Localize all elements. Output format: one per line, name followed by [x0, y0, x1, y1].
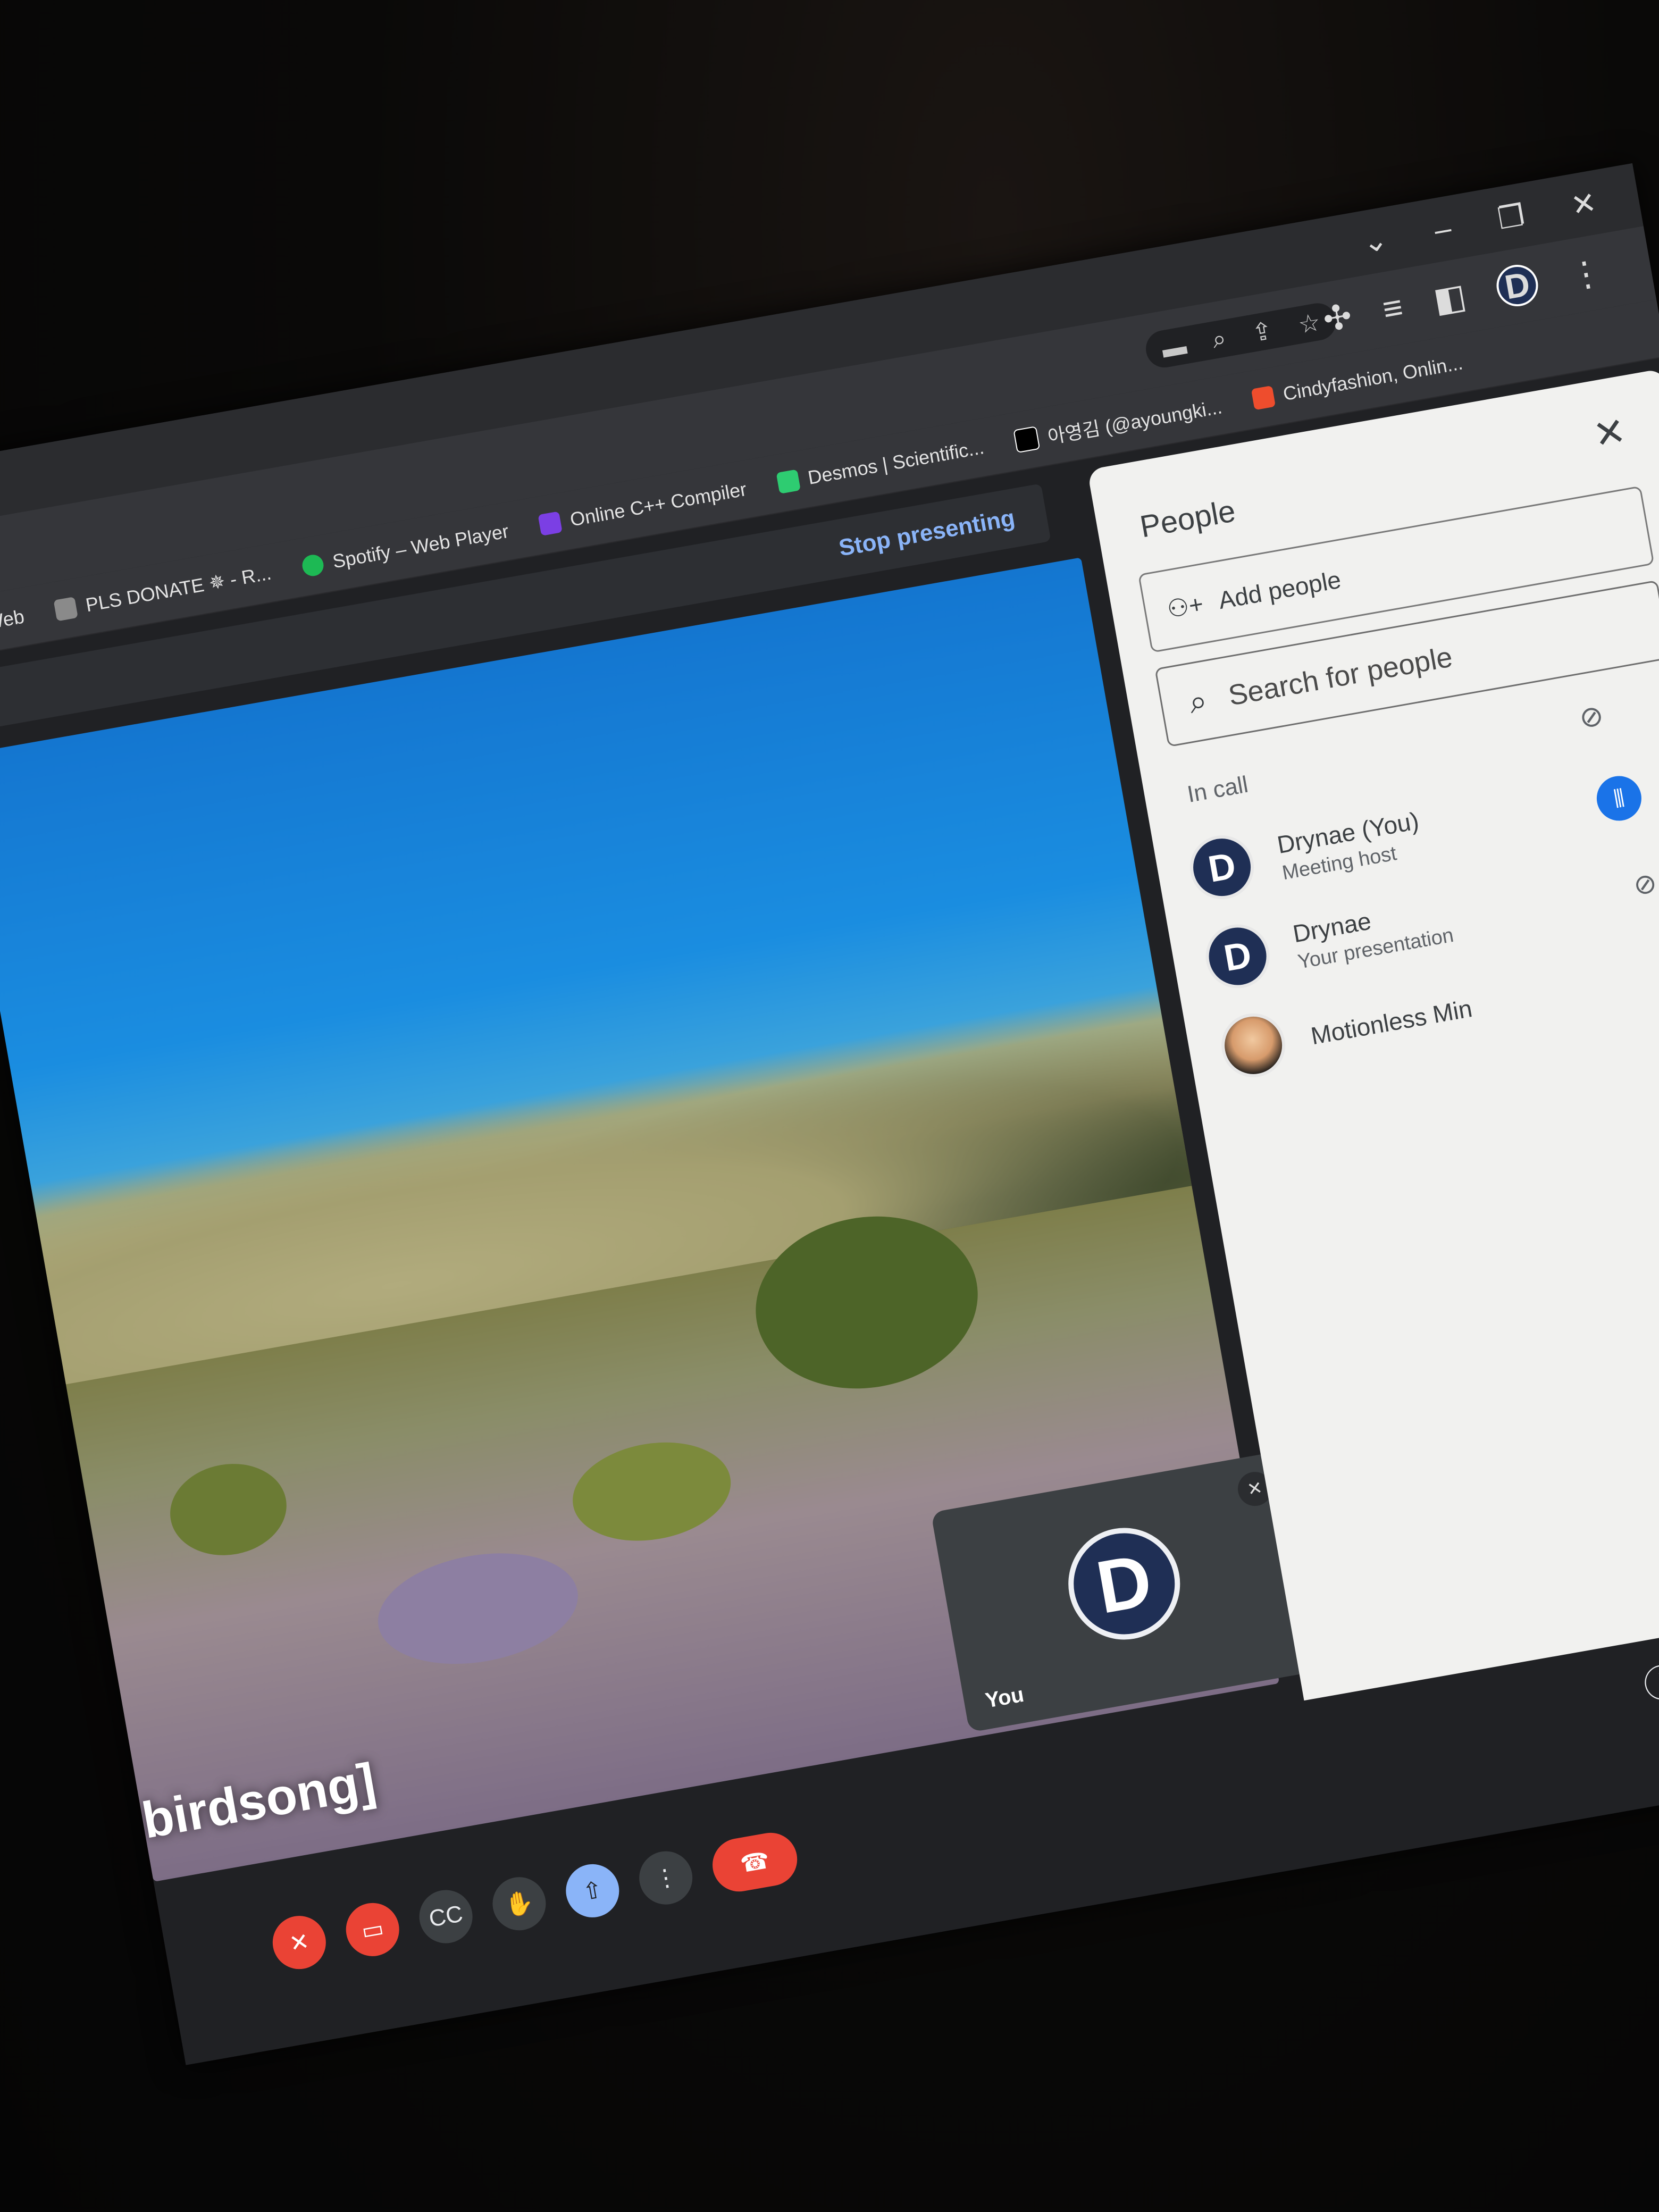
section-label: In call	[1185, 771, 1250, 808]
omnibox-actions: ▬ ⌕ ⇪ ☆	[1143, 300, 1339, 371]
shrub	[369, 1538, 587, 1679]
mute-all-icon[interactable]: ⊘	[1577, 698, 1606, 735]
desmos-icon	[776, 469, 801, 494]
more-icon[interactable]: ⋮	[1565, 250, 1606, 298]
star-icon[interactable]: ☆	[1296, 307, 1322, 339]
profile-avatar[interactable]: D	[1493, 261, 1541, 310]
stop-presenting-button[interactable]: Stop presenting	[820, 497, 1034, 570]
search-icon[interactable]: ⌕	[1210, 323, 1228, 355]
landscape-hills	[30, 986, 1192, 1385]
restore-button[interactable]: ❐	[1495, 198, 1528, 236]
avatar: D	[1059, 1519, 1189, 1649]
minimize-button[interactable]: –	[1431, 211, 1454, 247]
add-person-icon: ⚇+	[1164, 590, 1205, 624]
captions-button[interactable]: CC	[415, 1886, 477, 1948]
info-icon[interactable]: ⓘ	[1639, 1651, 1659, 1711]
avatar: D	[1201, 919, 1275, 994]
more-options-button[interactable]: ⋮	[635, 1847, 697, 1909]
playlist-icon[interactable]: ≡	[1379, 286, 1406, 331]
bookmark-item[interactable]: ent Web	[0, 605, 26, 640]
sidepanel-icon[interactable]: ◧	[1430, 274, 1469, 322]
live-caption: birdsong]	[138, 1752, 380, 1849]
participant-name: Motionless Min	[1309, 994, 1474, 1050]
avatar: D	[1185, 830, 1259, 904]
photo-background: ⌄ – ❐ ✕ ▬ ⌕ ⇪ ☆ ✣ ≡ ◧ D ⋮ ent W	[0, 0, 1659, 2212]
shrub	[163, 1455, 294, 1564]
mic-off-icon: ⊘	[1631, 867, 1659, 902]
close-window-button[interactable]: ✕	[1569, 185, 1599, 223]
close-icon[interactable]: ✕	[1590, 408, 1629, 457]
tab-search-icon[interactable]: ⌄	[1360, 222, 1390, 260]
tiktok-icon	[1013, 426, 1041, 454]
panel-title: People	[1137, 493, 1238, 544]
camera-off-button[interactable]: ▭	[341, 1898, 404, 1960]
search-icon: ⌕	[1186, 682, 1210, 720]
meet-area: Stop presenting birdsong] ✕ D You People…	[0, 357, 1659, 2065]
self-tile-label: You	[983, 1682, 1026, 1713]
speaking-indicator-icon: ⦀	[1593, 772, 1645, 825]
shrub	[565, 1430, 739, 1553]
shopee-icon	[1251, 385, 1276, 410]
spotify-icon	[300, 553, 325, 578]
camera-icon[interactable]: ▬	[1160, 331, 1189, 363]
raise-hand-button[interactable]: ✋	[488, 1873, 550, 1935]
present-button[interactable]: ⇧	[562, 1859, 624, 1922]
mic-off-button[interactable]: ✕	[268, 1912, 330, 1974]
bookmark-favicon-icon	[53, 597, 79, 622]
monitor-screen: ⌄ – ❐ ✕ ▬ ⌕ ⇪ ☆ ✣ ≡ ◧ D ⋮ ent W	[0, 163, 1659, 2065]
call-controls: ✕ ▭ CC ✋ ⇧ ⋮ ☎	[268, 1828, 802, 1974]
avatar	[1216, 1008, 1291, 1083]
end-call-button[interactable]: ☎	[708, 1828, 802, 1896]
group-actions: ⊘ ⋮	[1577, 683, 1659, 735]
share-icon[interactable]: ⇪	[1250, 316, 1275, 348]
compiler-icon	[538, 511, 563, 536]
